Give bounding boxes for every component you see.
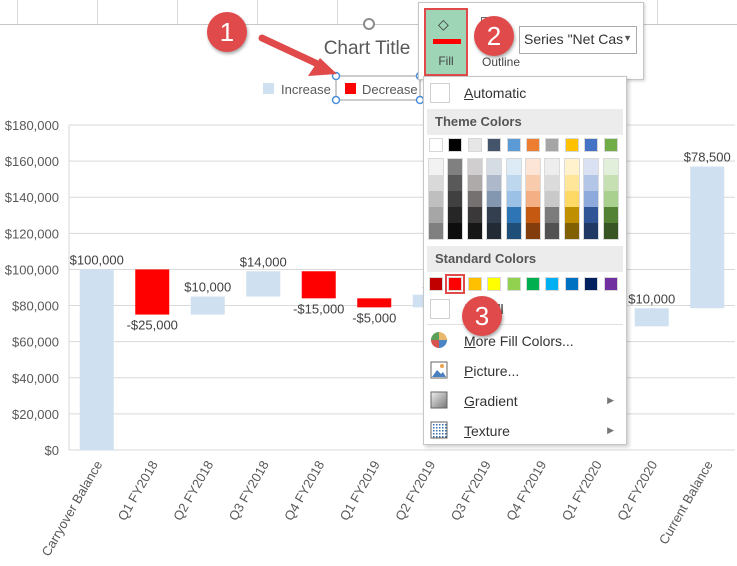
callout-2: 2	[474, 16, 514, 56]
callout-1: 1	[207, 12, 247, 52]
annotation-arrow	[258, 34, 337, 76]
arrow-shaft	[258, 34, 326, 70]
callout-3: 3	[462, 296, 502, 336]
